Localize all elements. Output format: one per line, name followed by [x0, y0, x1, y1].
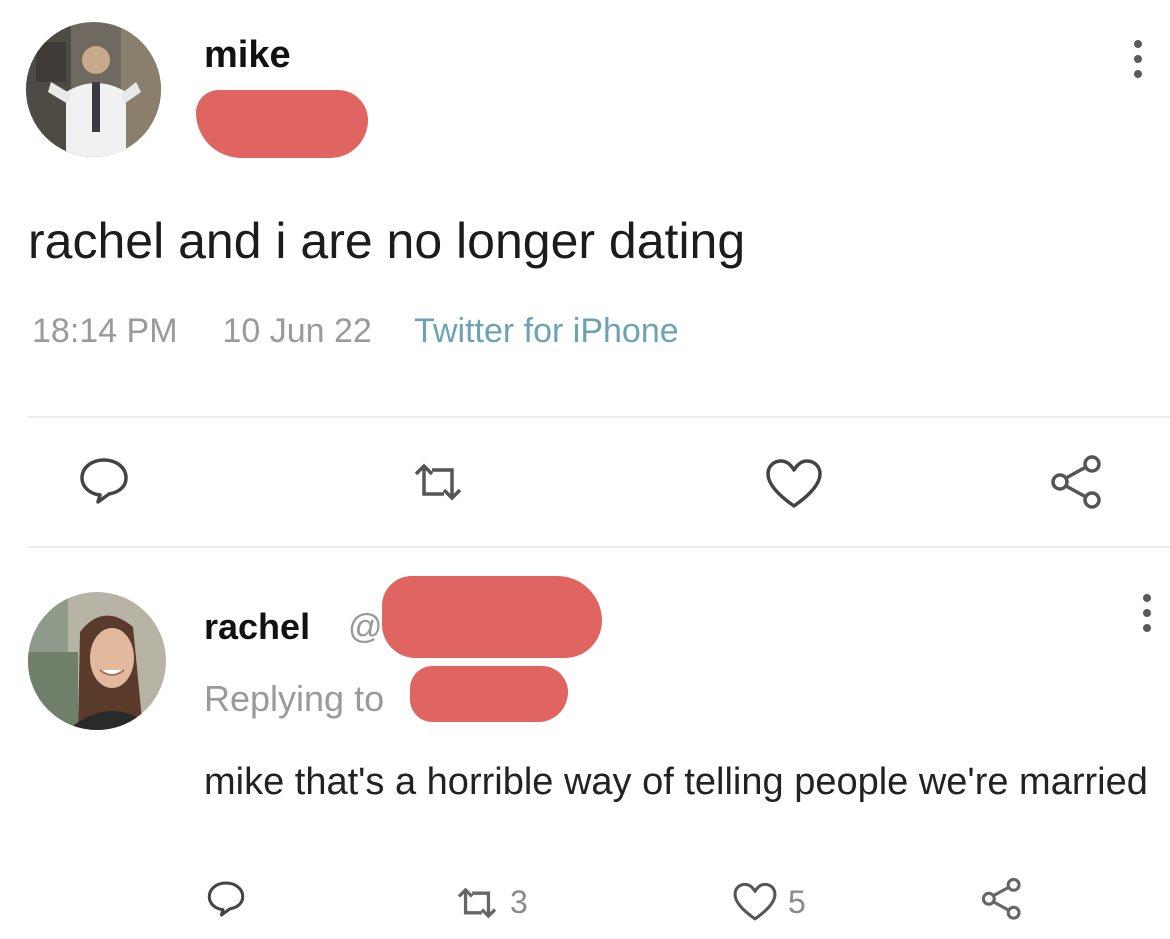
reply-reply-button[interactable] — [206, 880, 246, 918]
reply-more-vertical-icon[interactable] — [1142, 594, 1152, 639]
heart-icon — [766, 459, 822, 508]
tweet-text: rachel and i are no longer dating — [28, 213, 746, 269]
tweet-meta: 18:14 PM 10 Jun 22 Twitter for iPhone — [32, 312, 679, 351]
like-count: 5 — [788, 883, 806, 920]
heart-icon — [733, 882, 777, 921]
reply-text: mike that's a horrible way of telling pe… — [204, 761, 1148, 803]
share-icon — [981, 877, 1021, 920]
more-vertical-icon[interactable] — [1133, 40, 1143, 85]
share-icon — [1051, 455, 1101, 509]
author-name[interactable]: mike — [204, 34, 291, 77]
tweet-time: 18:14 PM — [32, 312, 178, 350]
retweet-count: 3 — [510, 884, 528, 920]
tweet-source[interactable]: Twitter for iPhone — [414, 312, 679, 350]
replying-to-label: Replying to — [204, 678, 385, 719]
redacted-replying-handle — [410, 666, 568, 722]
retweet-icon — [414, 463, 462, 501]
divider-top — [28, 416, 1170, 418]
reply-share-button[interactable] — [978, 874, 1026, 922]
retweet-icon — [457, 887, 497, 918]
like-button[interactable] — [764, 458, 824, 510]
reply-retweet-button[interactable]: 3 — [454, 884, 528, 921]
tweet-date: 10 Jun 22 — [222, 312, 372, 350]
share-button[interactable] — [1046, 450, 1108, 512]
redacted-reply-handle — [382, 576, 602, 658]
reply-author-name[interactable]: rachel — [204, 606, 310, 648]
reply-like-button[interactable]: 5 — [732, 882, 806, 922]
retweet-button[interactable] — [410, 460, 466, 504]
avatar-mike[interactable] — [26, 22, 161, 157]
avatar-rachel[interactable] — [28, 592, 166, 730]
comment-icon — [207, 881, 245, 917]
divider-bottom — [28, 546, 1170, 548]
reply-button[interactable] — [78, 456, 130, 506]
comment-icon — [80, 458, 128, 504]
redacted-handle — [196, 90, 368, 158]
reply-handle-prefix: @ — [348, 608, 383, 646]
